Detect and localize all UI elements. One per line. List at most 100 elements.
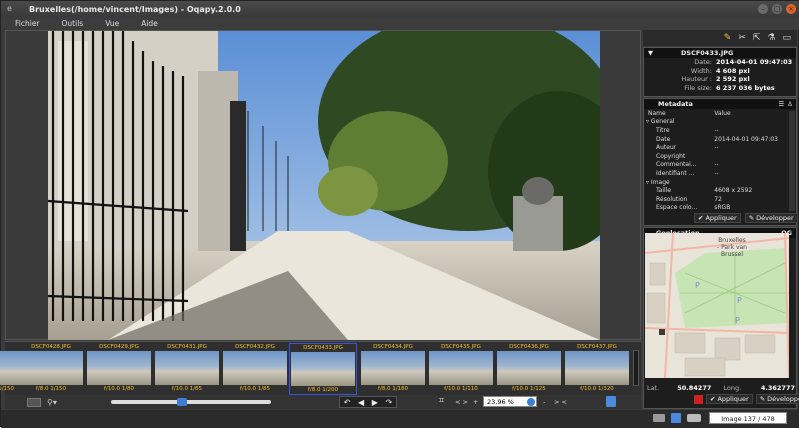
map-city-label: Bruxelles - Park van Brussel [717,237,747,258]
fullsize-toggle[interactable]: > < [554,398,567,406]
filmstrip-scrollbar[interactable] [633,350,639,386]
thumbnail-image [19,351,83,385]
zoom-value: 23,96 % [487,398,514,406]
metadata-scrollbar[interactable] [789,111,795,211]
search-icon[interactable]: ⚲▾ [47,398,57,407]
table-row: ▿ Image [646,178,670,186]
map[interactable]: P P P Bruxelles - Park van Brussel [645,233,789,378]
info-row: Hauteur :2 592 pxl [681,75,750,84]
previous-icon[interactable]: ◀ [358,398,364,407]
table-row: Auteur -- [656,144,719,152]
thumbnail[interactable]: DSCF0435.JPG f/10.0 1/110 [427,343,495,395]
main-photo[interactable] [48,31,600,340]
zoom-in-button[interactable]: + [473,398,478,406]
rotate-left-icon[interactable]: ↶ [344,398,351,407]
rotate-right-icon[interactable]: ↷ [385,398,392,407]
maximize-button[interactable]: □ [772,4,782,14]
title-bar: e Bruxelles(/home/vincent/Images) - Oqap… [1,1,799,17]
trash-icon[interactable] [606,396,616,407]
zoom-out-button[interactable]: - [543,398,545,406]
table-row: Espace colo... sRGB [656,204,731,212]
zoom-field[interactable]: 23,96 % [483,396,537,407]
thumbnail[interactable]: DSCF0434.JPG f/8.0 1/180 [359,343,427,395]
table-row: ▿ General [646,118,675,126]
window-title: Bruxelles(/home/vincent/Images) - Oqapy.… [29,4,241,14]
thumbnail-size-slider[interactable] [111,398,271,406]
info-panel: ▼ DSCF0433.JPG Date: 2014-04-01 09:47:03 … [643,47,797,97]
export-icon[interactable]: ⇱ [753,33,761,43]
thumbnail-image [87,351,151,385]
status-icon-2[interactable] [671,413,681,423]
thumbnail-image [155,351,219,385]
thumbnail-image [291,352,355,386]
close-button[interactable]: × [786,4,796,14]
info-filename: ▼ DSCF0433.JPG [644,48,796,58]
menu-aide[interactable]: Aide [141,19,158,28]
svg-text:P: P [695,281,700,290]
thumbnail[interactable]: DSCF0429.JPG f/10.0 1/80 [85,343,153,395]
list-icon[interactable]: ☰ [778,100,784,108]
window-controls: – □ × [758,4,796,14]
view-mode-icon[interactable] [27,397,41,407]
thumbnail-image [565,351,629,385]
metadata-header: Metadata ☰ ♙ [644,99,796,109]
status-icon-1[interactable] [653,414,665,422]
person-icon[interactable]: ♙ [787,100,793,108]
app-window: e Bruxelles(/home/vincent/Images) - Oqap… [0,0,799,428]
table-row: Copyright [656,152,686,160]
metadata-panel: Metadata ☰ ♙ Name Value ▿ General Titre --… [643,98,798,226]
delete-pin-icon[interactable] [694,394,703,404]
coordinates: Lat. 50.84277 Long. 4.362777 [647,384,795,392]
thumbnail[interactable]: DSCF0432.JPG f/10.0 1/85 [221,343,289,395]
svg-text:P: P [737,296,742,305]
thumbnail[interactable]: DSCF0436.JPG f/10.0 1/125 [495,343,563,395]
table-row: Commentai... -- [656,161,719,169]
svg-text:P: P [735,316,740,325]
fit-toggle[interactable]: < > [455,398,468,406]
playback-controls: ↶ ◀ ▶ ↷ [339,396,397,408]
thumbnail[interactable]: DSCF0428.JPG f/8.0 1/150 [17,343,85,395]
scissors-icon[interactable]: ✂ [738,33,746,43]
minimize-button[interactable]: – [758,4,768,14]
crop-icon[interactable]: ⌗ [439,396,444,406]
metadata-develop-button[interactable]: ✎ Développer [744,213,798,223]
bottom-toolbar: ⚲▾ ↶ ◀ ▶ ↷ ⌗ < > + 23,96 % - > < [5,395,641,409]
next-icon[interactable]: ▶ [372,398,378,407]
table-row: Identifiant ... -- [656,169,719,177]
thumbnail[interactable]: DSCF0437.JPG f/10.0 1/320 [563,343,631,395]
geolocation-panel: Geolocation OG [643,227,799,409]
geo-actions: ✔ Appliquer ✎ Développer [694,394,799,404]
menu-vue[interactable]: Vue [105,19,119,28]
filmstrip[interactable]: f/8.0 1/150 DSCF0428.JPG f/8.0 1/150 DSC… [0,341,641,395]
app-icon: e [7,4,12,13]
image-counter: Image 137 / 478 [709,412,787,424]
menu-bar: Fichier Outils Vue Aide [1,17,799,29]
info-row: Date: 2014-04-01 09:47:03 [694,58,793,67]
image-viewer[interactable] [5,30,641,340]
table-header: Name Value [648,109,731,117]
status-icon-3[interactable] [687,414,701,422]
thumbnail-image [497,351,561,385]
thumbnail-image [223,351,287,385]
spin-icon[interactable] [527,398,535,406]
menu-fichier[interactable]: Fichier [15,19,40,28]
table-row: Titre -- [656,126,719,134]
thumbnail-selected[interactable]: DSCF0433.JPG f/8.0 1/200 [289,343,357,395]
pencil-icon[interactable]: ✎ [724,33,732,43]
right-toolbar: ✎ ✂ ⇱ ⚗ ▭ [643,30,797,46]
menu-outils[interactable]: Outils [62,19,84,28]
metadata-apply-button[interactable]: ✔ Appliquer [694,213,741,223]
table-row: Taille 4608 x 2592 [656,187,753,195]
thumbnail-image [361,351,425,385]
thumbnail[interactable]: DSCF0431.JPG f/10.0 1/85 [153,343,221,395]
window-icon[interactable]: ▭ [782,33,791,43]
geo-apply-button[interactable]: ✔ Appliquer [706,394,753,404]
slider-handle[interactable] [177,398,187,406]
info-row: Width: 4 608 pxl [690,66,750,75]
status-bar: Image 137 / 478 [1,410,799,428]
geo-develop-button[interactable]: ✎ Développer [755,394,799,404]
thumbnail-image [429,351,493,385]
table-row: Résolution 72 [656,195,722,203]
tools-icon[interactable]: ⚗ [767,33,775,43]
metadata-actions: ✔ Appliquer ✎ Développer [694,213,798,223]
